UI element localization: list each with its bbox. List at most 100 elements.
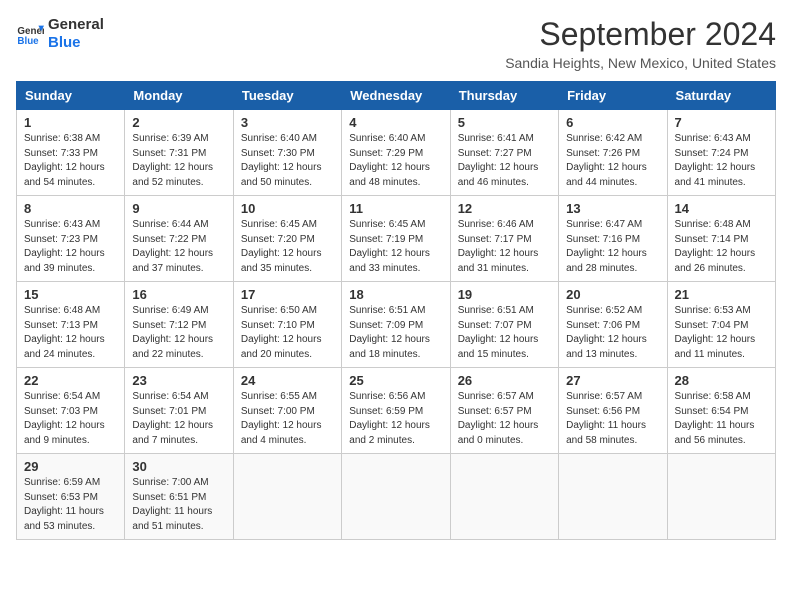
month-title: September 2024 — [505, 16, 776, 53]
calendar-cell: 8 Sunrise: 6:43 AM Sunset: 7:23 PM Daylig… — [17, 196, 125, 282]
calendar-cell: 28 Sunrise: 6:58 AM Sunset: 6:54 PM Dayli… — [667, 368, 775, 454]
calendar-week-2: 8 Sunrise: 6:43 AM Sunset: 7:23 PM Daylig… — [17, 196, 776, 282]
logo-general: General — [48, 16, 104, 34]
calendar-cell: 14 Sunrise: 6:48 AM Sunset: 7:14 PM Dayli… — [667, 196, 775, 282]
day-detail: Sunrise: 6:42 AM Sunset: 7:26 PM Dayligh… — [566, 132, 659, 190]
day-detail: Sunrise: 6:57 AM Sunset: 6:56 PM Dayligh… — [566, 390, 659, 448]
calendar-week-5: 29 Sunrise: 6:59 AM Sunset: 6:53 PM Dayli… — [17, 454, 776, 540]
calendar-cell: 1Sunrise: 6:38 AM Sunset: 7:33 PM Daylig… — [17, 110, 125, 196]
calendar-cell: 29 Sunrise: 6:59 AM Sunset: 6:53 PM Dayli… — [17, 454, 125, 540]
day-detail: Sunrise: 6:57 AM Sunset: 6:57 PM Dayligh… — [458, 390, 551, 448]
calendar-body: 1Sunrise: 6:38 AM Sunset: 7:33 PM Daylig… — [17, 110, 776, 540]
day-detail: Sunrise: 6:55 AM Sunset: 7:00 PM Dayligh… — [241, 390, 334, 448]
calendar-cell: 27 Sunrise: 6:57 AM Sunset: 6:56 PM Dayli… — [559, 368, 667, 454]
day-detail: Sunrise: 6:39 AM Sunset: 7:31 PM Dayligh… — [132, 132, 225, 190]
day-number: 12 — [458, 201, 551, 216]
day-detail: Sunrise: 6:45 AM Sunset: 7:19 PM Dayligh… — [349, 218, 442, 276]
logo-icon: General Blue — [16, 20, 44, 48]
logo: General Blue General Blue — [16, 16, 104, 52]
calendar-cell — [559, 454, 667, 540]
calendar-cell: 12 Sunrise: 6:46 AM Sunset: 7:17 PM Dayli… — [450, 196, 558, 282]
calendar-cell: 5Sunrise: 6:41 AM Sunset: 7:27 PM Daylig… — [450, 110, 558, 196]
day-number: 21 — [675, 287, 768, 302]
header-thursday: Thursday — [450, 82, 558, 110]
header-saturday: Saturday — [667, 82, 775, 110]
calendar-cell: 9 Sunrise: 6:44 AM Sunset: 7:22 PM Daylig… — [125, 196, 233, 282]
day-detail: Sunrise: 6:52 AM Sunset: 7:06 PM Dayligh… — [566, 304, 659, 362]
day-detail: Sunrise: 6:48 AM Sunset: 7:13 PM Dayligh… — [24, 304, 117, 362]
header-wednesday: Wednesday — [342, 82, 450, 110]
day-detail: Sunrise: 6:40 AM Sunset: 7:29 PM Dayligh… — [349, 132, 442, 190]
calendar-cell: 22 Sunrise: 6:54 AM Sunset: 7:03 PM Dayli… — [17, 368, 125, 454]
calendar-cell — [342, 454, 450, 540]
day-number: 16 — [132, 287, 225, 302]
day-detail: Sunrise: 6:43 AM Sunset: 7:23 PM Dayligh… — [24, 218, 117, 276]
day-number: 11 — [349, 201, 442, 216]
calendar-cell — [450, 454, 558, 540]
calendar-week-3: 15 Sunrise: 6:48 AM Sunset: 7:13 PM Dayli… — [17, 282, 776, 368]
day-number: 9 — [132, 201, 225, 216]
calendar-cell: 23Sunrise: 6:54 AM Sunset: 7:01 PM Dayli… — [125, 368, 233, 454]
calendar-header-row: SundayMondayTuesdayWednesdayThursdayFrid… — [17, 82, 776, 110]
day-number: 24 — [241, 373, 334, 388]
header-monday: Monday — [125, 82, 233, 110]
day-detail: Sunrise: 7:00 AM Sunset: 6:51 PM Dayligh… — [132, 476, 225, 534]
day-detail: Sunrise: 6:58 AM Sunset: 6:54 PM Dayligh… — [675, 390, 768, 448]
calendar-cell: 6 Sunrise: 6:42 AM Sunset: 7:26 PM Daylig… — [559, 110, 667, 196]
day-number: 14 — [675, 201, 768, 216]
calendar-cell: 3 Sunrise: 6:40 AM Sunset: 7:30 PM Daylig… — [233, 110, 341, 196]
day-detail: Sunrise: 6:49 AM Sunset: 7:12 PM Dayligh… — [132, 304, 225, 362]
calendar-week-1: 1Sunrise: 6:38 AM Sunset: 7:33 PM Daylig… — [17, 110, 776, 196]
day-number: 22 — [24, 373, 117, 388]
calendar-table: SundayMondayTuesdayWednesdayThursdayFrid… — [16, 81, 776, 540]
day-number: 27 — [566, 373, 659, 388]
day-detail: Sunrise: 6:53 AM Sunset: 7:04 PM Dayligh… — [675, 304, 768, 362]
calendar-cell: 19Sunrise: 6:51 AM Sunset: 7:07 PM Dayli… — [450, 282, 558, 368]
day-number: 30 — [132, 459, 225, 474]
day-number: 7 — [675, 115, 768, 130]
day-detail: Sunrise: 6:54 AM Sunset: 7:03 PM Dayligh… — [24, 390, 117, 448]
calendar-cell: 18Sunrise: 6:51 AM Sunset: 7:09 PM Dayli… — [342, 282, 450, 368]
day-number: 4 — [349, 115, 442, 130]
calendar-cell: 20 Sunrise: 6:52 AM Sunset: 7:06 PM Dayli… — [559, 282, 667, 368]
day-detail: Sunrise: 6:44 AM Sunset: 7:22 PM Dayligh… — [132, 218, 225, 276]
subtitle: Sandia Heights, New Mexico, United State… — [505, 55, 776, 71]
day-number: 8 — [24, 201, 117, 216]
day-detail: Sunrise: 6:51 AM Sunset: 7:07 PM Dayligh… — [458, 304, 551, 362]
header-friday: Friday — [559, 82, 667, 110]
calendar-cell — [667, 454, 775, 540]
day-number: 6 — [566, 115, 659, 130]
day-detail: Sunrise: 6:43 AM Sunset: 7:24 PM Dayligh… — [675, 132, 768, 190]
calendar-cell: 21 Sunrise: 6:53 AM Sunset: 7:04 PM Dayli… — [667, 282, 775, 368]
calendar-cell: 25 Sunrise: 6:56 AM Sunset: 6:59 PM Dayli… — [342, 368, 450, 454]
calendar-cell: 15 Sunrise: 6:48 AM Sunset: 7:13 PM Dayli… — [17, 282, 125, 368]
day-number: 25 — [349, 373, 442, 388]
calendar-cell: 24 Sunrise: 6:55 AM Sunset: 7:00 PM Dayli… — [233, 368, 341, 454]
calendar-cell: 16 Sunrise: 6:49 AM Sunset: 7:12 PM Dayli… — [125, 282, 233, 368]
calendar-cell: 2Sunrise: 6:39 AM Sunset: 7:31 PM Daylig… — [125, 110, 233, 196]
day-detail: Sunrise: 6:46 AM Sunset: 7:17 PM Dayligh… — [458, 218, 551, 276]
day-number: 3 — [241, 115, 334, 130]
day-number: 13 — [566, 201, 659, 216]
calendar-cell: 30 Sunrise: 7:00 AM Sunset: 6:51 PM Dayli… — [125, 454, 233, 540]
logo-blue: Blue — [48, 34, 104, 52]
day-number: 18 — [349, 287, 442, 302]
day-detail: Sunrise: 6:59 AM Sunset: 6:53 PM Dayligh… — [24, 476, 117, 534]
calendar-cell: 10Sunrise: 6:45 AM Sunset: 7:20 PM Dayli… — [233, 196, 341, 282]
day-number: 15 — [24, 287, 117, 302]
calendar-cell: 11 Sunrise: 6:45 AM Sunset: 7:19 PM Dayli… — [342, 196, 450, 282]
day-detail: Sunrise: 6:56 AM Sunset: 6:59 PM Dayligh… — [349, 390, 442, 448]
day-detail: Sunrise: 6:48 AM Sunset: 7:14 PM Dayligh… — [675, 218, 768, 276]
day-number: 23 — [132, 373, 225, 388]
calendar-cell: 26Sunrise: 6:57 AM Sunset: 6:57 PM Dayli… — [450, 368, 558, 454]
day-detail: Sunrise: 6:45 AM Sunset: 7:20 PM Dayligh… — [241, 218, 334, 276]
day-number: 28 — [675, 373, 768, 388]
calendar-cell: 4 Sunrise: 6:40 AM Sunset: 7:29 PM Daylig… — [342, 110, 450, 196]
header-sunday: Sunday — [17, 82, 125, 110]
day-number: 20 — [566, 287, 659, 302]
day-number: 29 — [24, 459, 117, 474]
day-detail: Sunrise: 6:38 AM Sunset: 7:33 PM Dayligh… — [24, 132, 117, 190]
title-area: September 2024 Sandia Heights, New Mexic… — [505, 16, 776, 71]
day-detail: Sunrise: 6:50 AM Sunset: 7:10 PM Dayligh… — [241, 304, 334, 362]
day-detail: Sunrise: 6:40 AM Sunset: 7:30 PM Dayligh… — [241, 132, 334, 190]
